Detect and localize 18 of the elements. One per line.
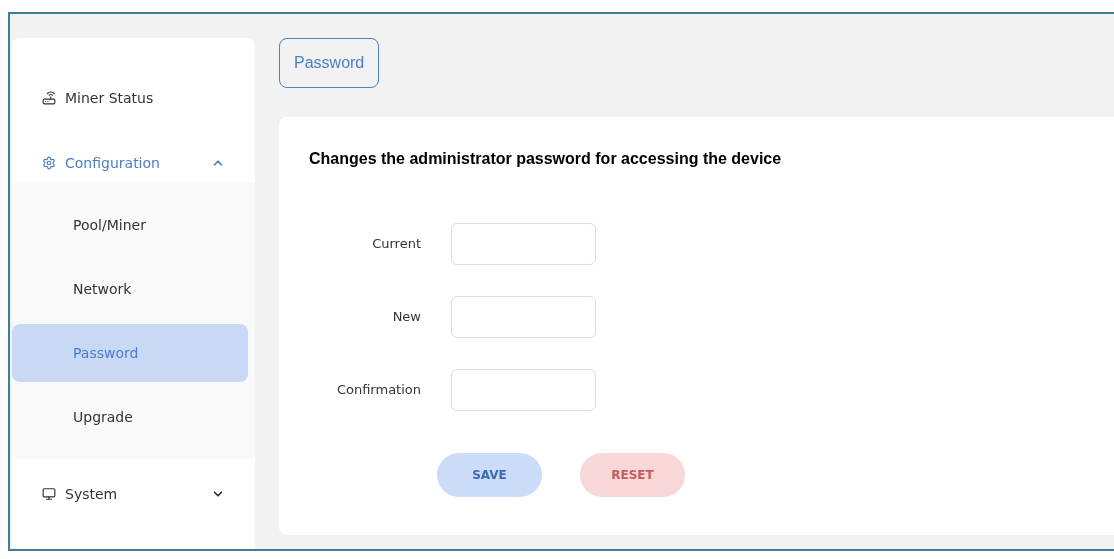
- router-icon: [42, 91, 56, 105]
- input-field[interactable]: [451, 223, 596, 265]
- sidebar-item[interactable]: System: [22, 474, 245, 514]
- tab[interactable]: Password: [279, 38, 380, 88]
- gear-icon: [42, 156, 56, 170]
- form-heading: Changes the administrator password for accessing the device: [309, 149, 783, 169]
- field-label: Confirmation: [335, 381, 421, 400]
- field-label: New: [391, 308, 421, 327]
- sidebar-subitem[interactable]: Network: [12, 260, 248, 318]
- sidebar-subitem[interactable]: Pool/Miner: [12, 196, 248, 254]
- monitor-icon: [42, 487, 56, 501]
- sidebar-item[interactable]: Configuration: [22, 143, 245, 183]
- sidebar-subitem[interactable]: Upgrade: [12, 388, 248, 446]
- field-label: Current: [371, 235, 421, 254]
- sidebar-item[interactable]: Miner Status: [22, 78, 245, 118]
- save-button[interactable]: SAVE: [437, 453, 542, 497]
- input-field[interactable]: [451, 369, 596, 411]
- input-field[interactable]: [451, 296, 596, 338]
